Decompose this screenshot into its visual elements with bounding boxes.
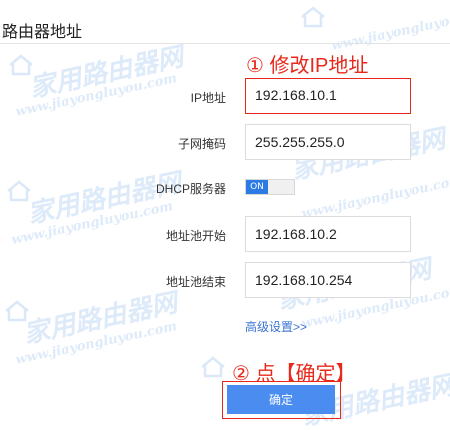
watermark-house-icon bbox=[7, 180, 31, 202]
watermark-house-icon bbox=[5, 300, 29, 322]
dhcp-toggle[interactable]: ON bbox=[245, 179, 295, 195]
confirm-highlight: 确定 bbox=[222, 381, 341, 419]
watermark-site: www.jiayongluyou.com bbox=[300, 173, 450, 222]
pool-end-input[interactable]: 192.168.10.254 bbox=[245, 262, 411, 298]
watermark-house-icon bbox=[201, 356, 225, 378]
watermark-house-icon bbox=[9, 54, 33, 76]
pool-start-label: 地址池开始 bbox=[165, 229, 226, 243]
watermark-text: 家用路由器网 bbox=[21, 288, 180, 350]
watermark-house-icon bbox=[301, 6, 325, 28]
subnet-mask-label: 子网掩码 bbox=[177, 137, 226, 151]
router-address-settings: 家用路由器网 www.jiayongluyou.com www.jiayongl… bbox=[0, 0, 450, 431]
pool-end-label: 地址池结束 bbox=[165, 275, 226, 289]
page-title: 路由器地址 bbox=[2, 24, 83, 41]
advanced-settings-link[interactable]: 高级设置>> bbox=[245, 318, 307, 335]
watermark-site: www.jiayongluyou.com bbox=[330, 5, 450, 54]
ip-address-input[interactable]: 192.168.10.1 bbox=[245, 78, 411, 114]
confirm-button[interactable]: 确定 bbox=[227, 385, 335, 414]
ip-address-label: IP地址 bbox=[190, 91, 226, 105]
header-divider bbox=[0, 43, 450, 44]
toggle-on-state: ON bbox=[246, 180, 268, 194]
watermark-site: www.jiayongluyou.com bbox=[14, 319, 179, 368]
dhcp-server-label: DHCP服务器 bbox=[155, 182, 226, 196]
annotation-step1: ① 修改IP地址 bbox=[246, 55, 369, 77]
subnet-mask-input[interactable]: 255.255.255.0 bbox=[245, 124, 411, 160]
pool-start-input[interactable]: 192.168.10.2 bbox=[245, 216, 411, 252]
